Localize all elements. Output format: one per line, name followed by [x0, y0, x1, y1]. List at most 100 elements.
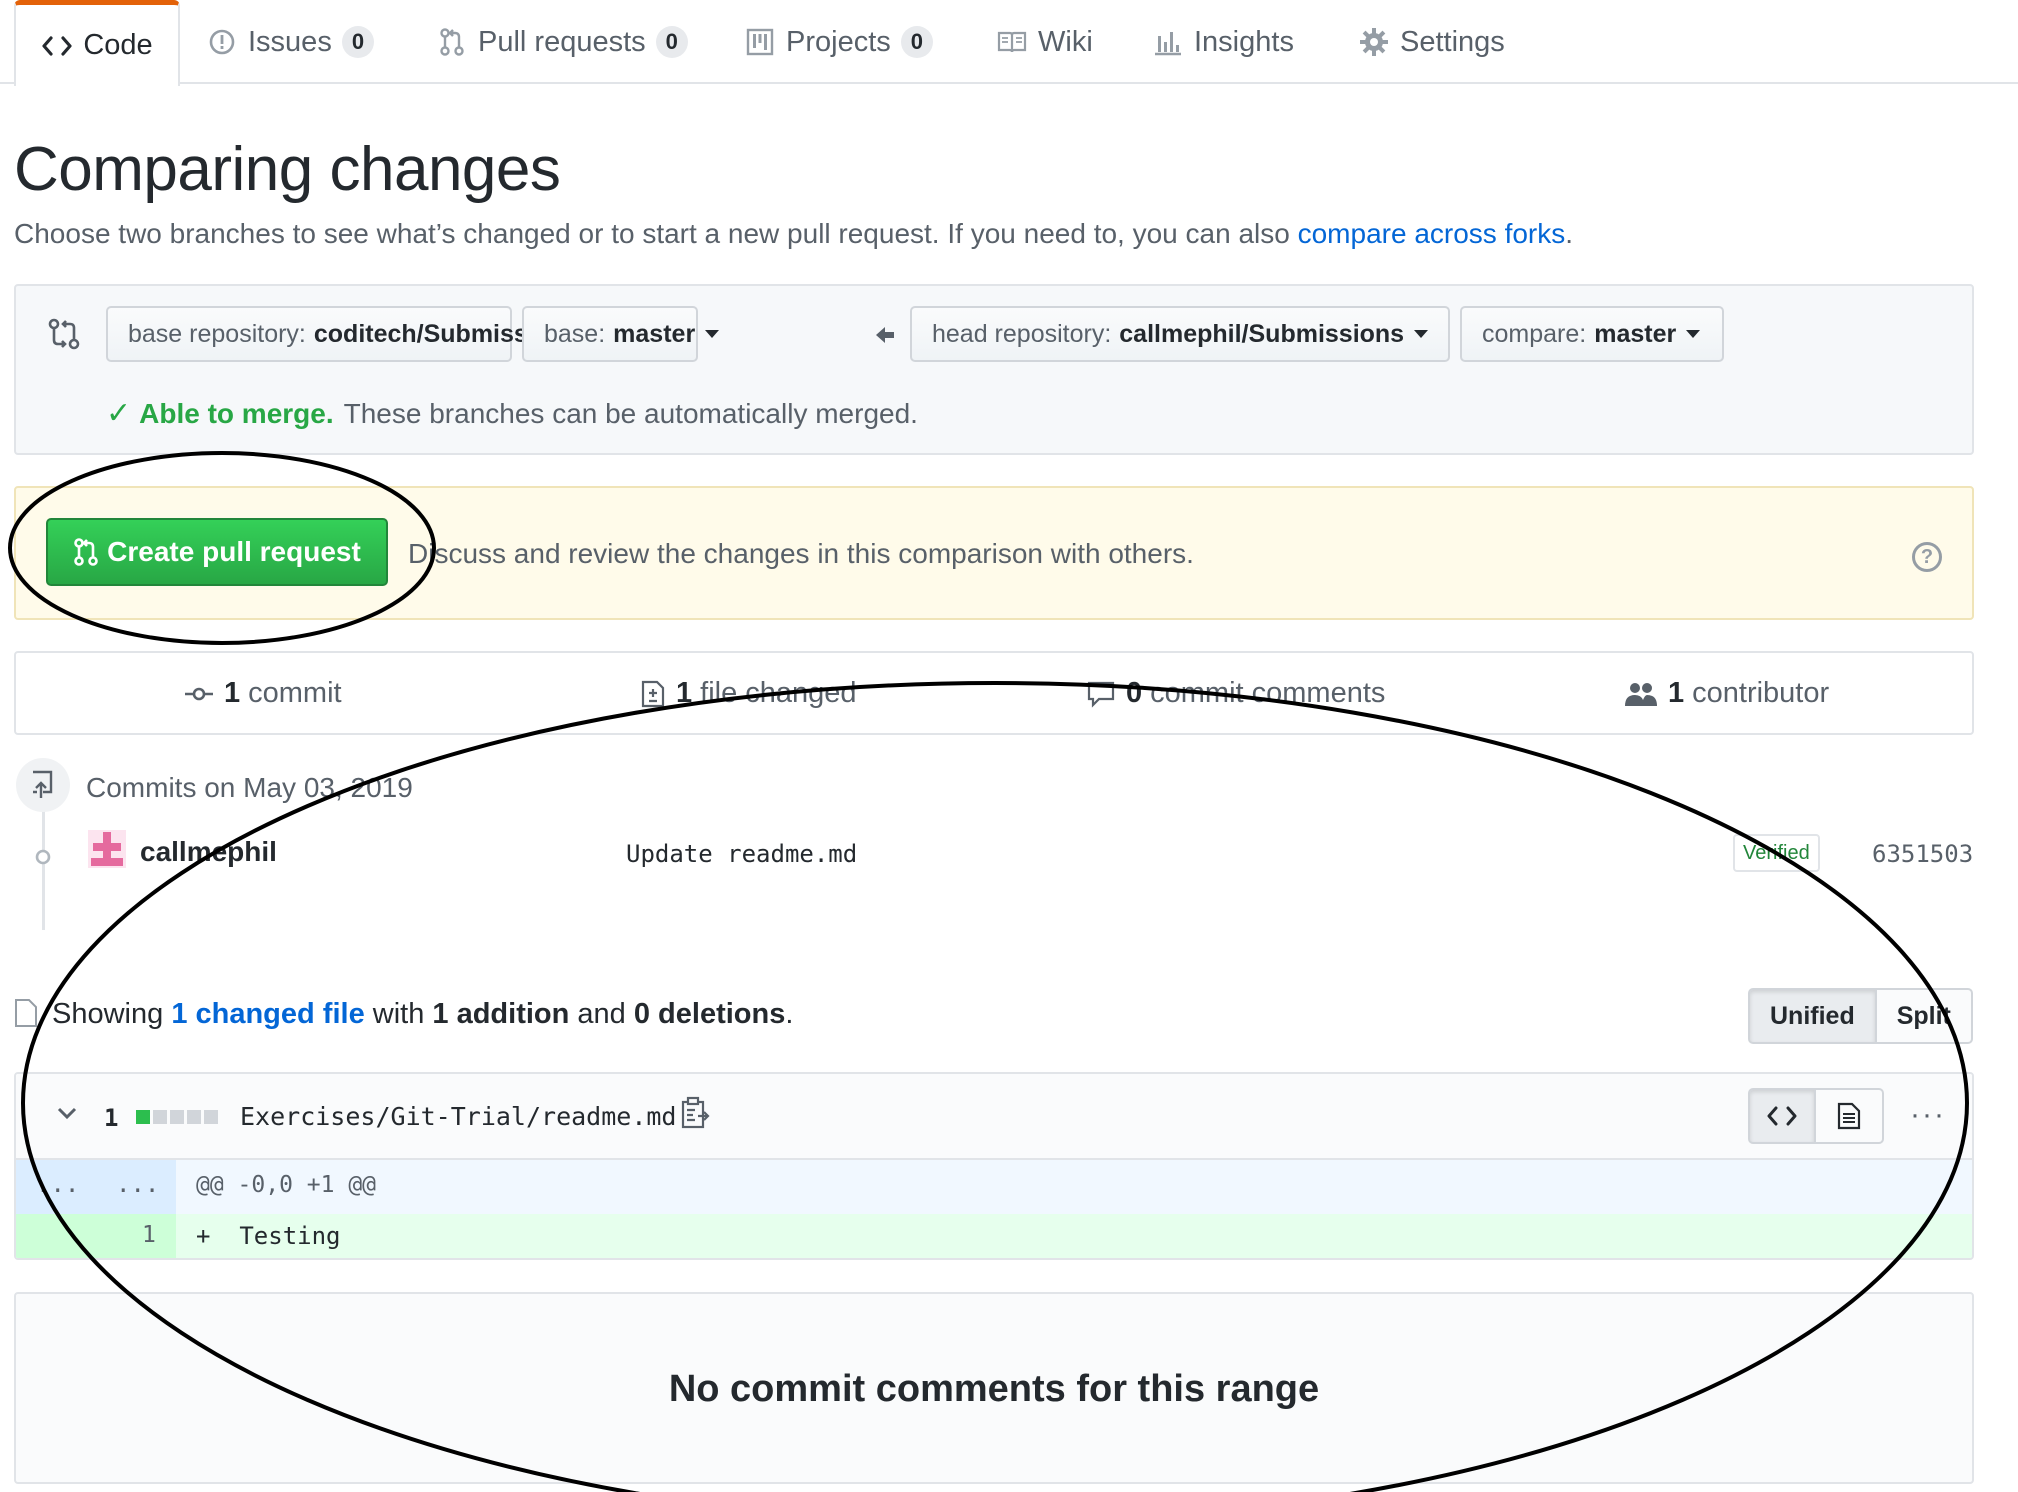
chevron-down-icon[interactable] — [54, 1100, 80, 1131]
clippy-icon[interactable] — [680, 1096, 710, 1135]
tab-label: Projects — [786, 25, 891, 58]
question-icon[interactable]: ? — [1912, 542, 1942, 572]
commits-summary[interactable]: 1 commit — [184, 677, 342, 710]
blankslate-heading: No commit comments for this range — [668, 1368, 1320, 1410]
tab-insights[interactable]: Insights — [1152, 0, 1294, 84]
files-summary[interactable]: 1 file changed — [640, 677, 857, 710]
diffstat-count: 1 — [104, 1104, 119, 1132]
verified-badge[interactable]: Verified — [1733, 834, 1820, 872]
commit-comments-blankslate: No commit comments for this range — [14, 1292, 1974, 1484]
compare-across-forks-link[interactable]: compare across forks — [1298, 218, 1566, 249]
merge-status: ✓ Able to merge. These branches can be a… — [106, 396, 918, 431]
base-branch-value: master — [613, 319, 696, 348]
compare-branch-select[interactable]: compare: master — [1460, 306, 1724, 362]
hunk-header-row: ... ... @@ -0,0 +1 @@ — [16, 1160, 1972, 1214]
contributors-summary[interactable]: 1 contributor — [1624, 677, 1829, 710]
commits-label: commit — [248, 677, 342, 709]
subtitle-end: . — [1565, 218, 1574, 249]
commits-count: 1 — [224, 677, 241, 709]
people-icon — [1624, 680, 1658, 708]
tab-issues[interactable]: Issues 0 — [206, 0, 375, 84]
head-repository-value: callmephil/Submissions — [1119, 319, 1405, 348]
repo-tab-nav: Code Issues 0 Pull requests 0 Projects 0… — [0, 0, 2018, 86]
create-pr-description: Discuss and review the changes in this c… — [408, 538, 1194, 569]
git-commit-icon — [184, 684, 214, 704]
unified-button[interactable]: Unified — [1748, 988, 1877, 1044]
check-icon: ✓ — [106, 397, 132, 430]
commit-author[interactable]: callmephil — [140, 836, 277, 868]
caret-down-icon — [705, 330, 720, 338]
graph-icon — [1152, 26, 1184, 58]
summary-end: . — [785, 998, 794, 1030]
additions-count: 1 addition — [432, 998, 570, 1030]
gear-icon — [1358, 26, 1390, 58]
compare-branch-label: compare: — [1482, 319, 1587, 348]
base-repository-select[interactable]: base repository: coditech/Submissions — [106, 306, 604, 362]
changed-files-link[interactable]: 1 changed file — [171, 998, 364, 1030]
file-icon — [14, 998, 38, 1033]
create-pull-request-label: Create pull request — [107, 536, 361, 567]
added-line: + Testing — [196, 1222, 341, 1250]
tab-wiki[interactable]: Wiki — [996, 0, 1093, 84]
files-label: file changed — [700, 677, 857, 709]
commit-message[interactable]: Update readme.md — [626, 840, 857, 868]
create-pull-request-button[interactable]: Create pull request — [46, 518, 388, 586]
issues-counter: 0 — [341, 26, 375, 58]
git-commit-icon — [30, 844, 56, 870]
contributors-label: contributor — [1692, 677, 1830, 709]
source-view-button[interactable] — [1748, 1088, 1816, 1144]
compare-summary: 1 commit 1 file changed 0 commit comments 1… — [14, 651, 1974, 735]
project-icon — [744, 26, 776, 58]
hunk-expand-left[interactable]: ... — [36, 1170, 79, 1198]
head-repository-select[interactable]: head repository: callmephil/Submissions — [910, 306, 1450, 362]
compare-branch-value: master — [1594, 319, 1677, 348]
comments-label: commit comments — [1150, 677, 1386, 709]
showing-label: Showing — [52, 998, 164, 1030]
projects-counter: 0 — [900, 26, 934, 58]
tab-label: Wiki — [1038, 25, 1093, 58]
comments-summary[interactable]: 0 commit comments — [1086, 677, 1385, 710]
diff-view-toggle: Unified Split — [1748, 988, 1973, 1044]
file-path[interactable]: Exercises/Git-Trial/readme.md — [240, 1102, 677, 1131]
tab-code[interactable]: Code — [14, 0, 180, 86]
git-pull-request-icon — [73, 537, 99, 567]
tab-label: Settings — [1400, 25, 1505, 58]
arrow-left-icon — [874, 324, 896, 353]
base-branch-select[interactable]: base: master — [522, 306, 720, 362]
comment-icon — [1086, 680, 1116, 708]
page-subtitle: Choose two branches to see what’s change… — [14, 218, 1573, 250]
code-icon — [1767, 1106, 1797, 1126]
head-repository-label: head repository: — [932, 319, 1112, 348]
added-line-row: 1 + Testing — [16, 1214, 1972, 1258]
merge-ok-label: Able to merge. — [139, 397, 334, 429]
tab-settings[interactable]: Settings — [1358, 0, 1505, 84]
line-number[interactable]: 1 — [142, 1222, 156, 1248]
commit-sha[interactable]: 6351503 — [1872, 840, 1973, 868]
file-diff-icon — [640, 679, 666, 709]
deletions-count: 0 deletions — [633, 998, 786, 1030]
caret-down-icon — [1414, 330, 1429, 338]
hunk-expand-right[interactable]: ... — [116, 1170, 159, 1198]
tab-projects[interactable]: Projects 0 — [744, 0, 934, 84]
tab-label: Pull requests — [478, 25, 646, 58]
kebab-horizontal-icon[interactable]: ··· — [1910, 1098, 1946, 1132]
git-pull-request-icon — [436, 26, 468, 58]
with-label: with — [372, 998, 425, 1030]
commits-date-heading: Commits on May 03, 2019 — [86, 772, 413, 803]
tab-label: Code — [83, 29, 153, 61]
merge-status-text: These branches can be automatically merg… — [343, 397, 918, 429]
diffstat-bar — [136, 1110, 218, 1124]
base-repository-label: base repository: — [128, 319, 306, 348]
avatar[interactable] — [88, 830, 126, 868]
contributors-count: 1 — [1668, 677, 1685, 709]
rich-view-button[interactable] — [1816, 1088, 1884, 1144]
tab-pull-requests[interactable]: Pull requests 0 — [436, 0, 688, 84]
split-button[interactable]: Split — [1876, 988, 1973, 1044]
tab-label: Insights — [1194, 25, 1294, 58]
range-editor: base repository: coditech/Submissions bas… — [14, 284, 1974, 455]
diff-summary: Showing 1 changed file with 1 addition a… — [52, 998, 793, 1031]
diffstat-block-added — [136, 1110, 150, 1124]
code-icon — [41, 30, 73, 62]
diffstat-block-neutral — [187, 1110, 201, 1124]
file-text-icon — [1837, 1102, 1861, 1130]
